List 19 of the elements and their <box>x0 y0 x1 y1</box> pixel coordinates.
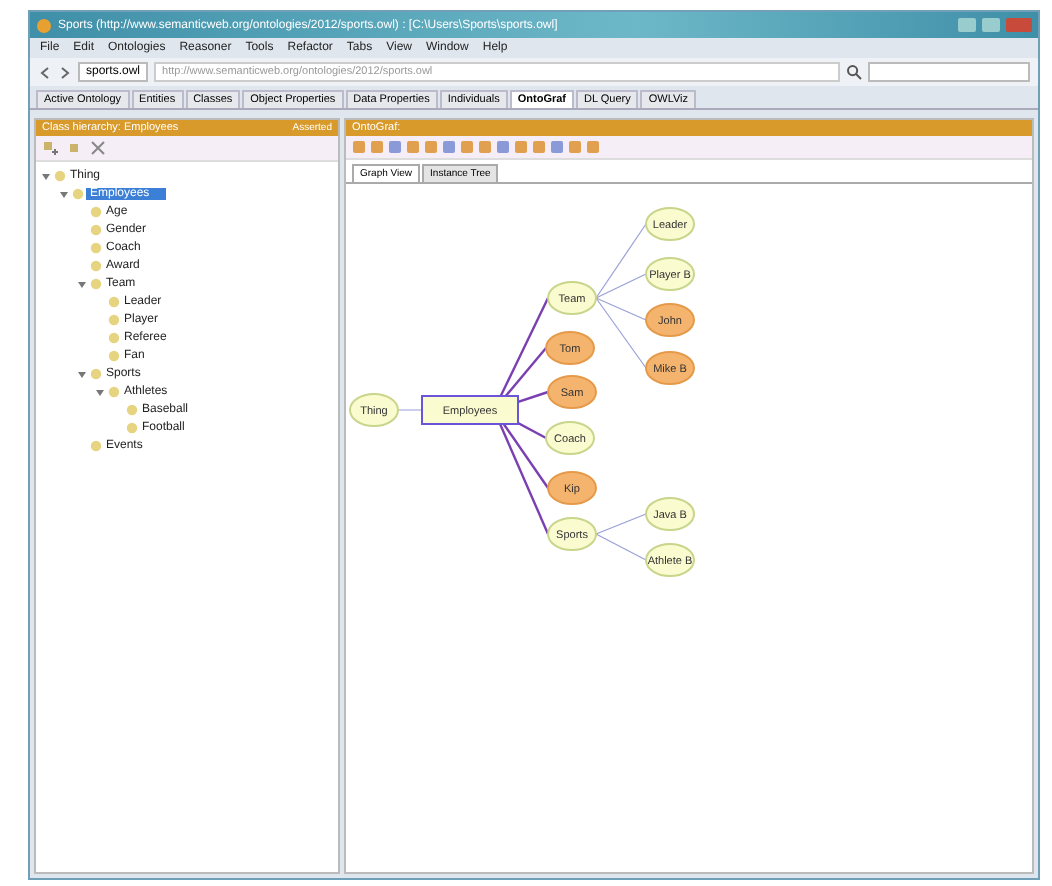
expand-toggle-icon[interactable] <box>76 367 88 379</box>
close-button[interactable] <box>1006 18 1032 32</box>
delete-icon[interactable] <box>90 140 106 156</box>
expand-toggle-icon[interactable] <box>94 385 106 397</box>
expand-toggle-icon[interactable] <box>58 187 70 199</box>
expand-toggle-icon[interactable] <box>76 277 88 289</box>
minimize-button[interactable] <box>958 18 976 32</box>
forward-icon[interactable] <box>58 65 72 79</box>
edge-line <box>595 513 647 535</box>
search-field[interactable] <box>868 62 1030 82</box>
maximize-button[interactable] <box>982 18 1000 32</box>
add-sibling-icon[interactable] <box>66 140 82 156</box>
expand-toggle-icon[interactable] <box>40 169 52 181</box>
add-subclass-icon[interactable] <box>42 140 58 156</box>
edge-line <box>595 533 647 561</box>
app-icon <box>36 17 52 33</box>
back-icon[interactable] <box>38 65 52 79</box>
class-icon <box>90 439 102 451</box>
search-icon[interactable] <box>846 64 862 80</box>
